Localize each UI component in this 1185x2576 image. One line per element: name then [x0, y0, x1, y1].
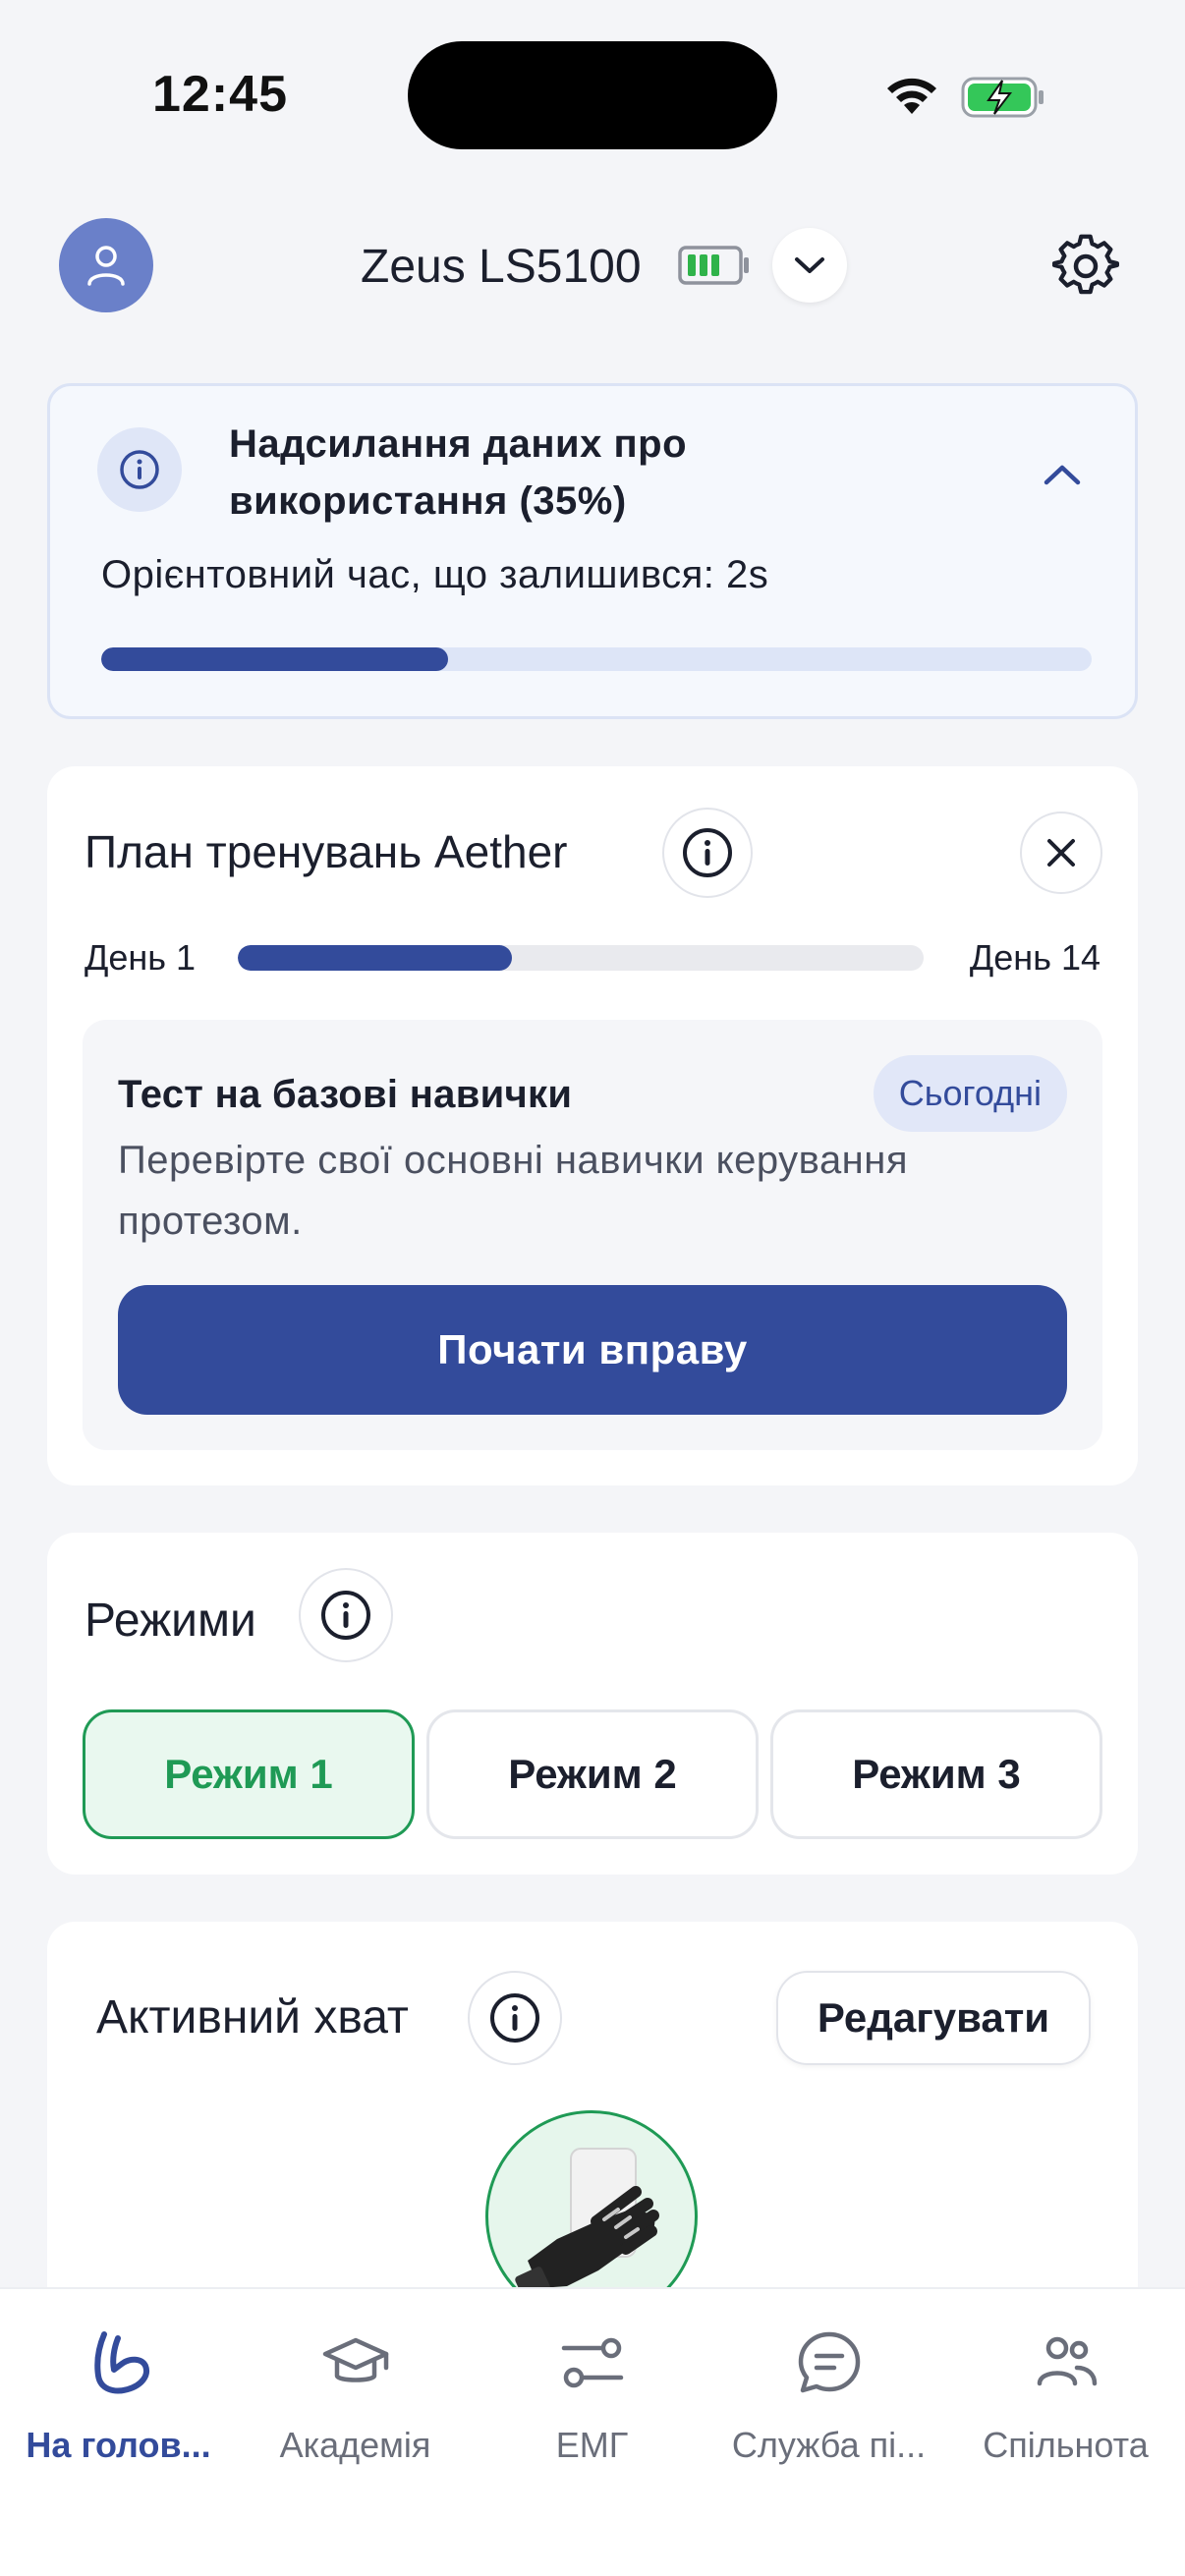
nav-emg-label: ЕМГ	[555, 2425, 629, 2465]
upload-progress-fill	[101, 647, 448, 671]
upload-title: Надсилання даних про використання (35%)	[229, 422, 688, 523]
chat-icon	[798, 2331, 860, 2393]
info-icon	[97, 427, 182, 512]
upload-eta: Орієнтовний час, що залишився: 2s	[101, 553, 769, 596]
gear-icon	[1052, 234, 1119, 295]
modes-info-button[interactable]	[299, 1568, 393, 1662]
grip-title: Активний хват	[96, 1991, 409, 2044]
profile-avatar-button[interactable]	[59, 218, 153, 312]
device-name[interactable]: Zeus LS5100	[361, 240, 642, 294]
battery-charging-icon	[961, 77, 1044, 118]
plan-day-end: День 14	[969, 937, 1100, 978]
device-battery-icon	[678, 246, 749, 285]
modes-card: Режими Режим 1 Режим 2 Режим 3	[47, 1533, 1138, 1875]
grip-info-button[interactable]	[468, 1971, 562, 2065]
plan-progress-bar	[238, 945, 924, 971]
nav-academy-label: Академія	[279, 2425, 431, 2465]
nav-community[interactable]: Спільнота	[947, 2319, 1184, 2466]
nav-home[interactable]: На голов...	[0, 2319, 237, 2466]
plan-title: План тренувань Aether	[85, 826, 568, 877]
info-icon	[490, 1993, 539, 2043]
plan-progress-fill	[238, 945, 513, 971]
training-plan-card: План тренувань Aether День 1 День 14 Тес…	[47, 766, 1138, 1485]
today-badge: Сьогодні	[873, 1055, 1067, 1132]
dynamic-island	[408, 41, 777, 149]
exercise-title: Тест на базові навички	[118, 1073, 573, 1116]
plan-info-button[interactable]	[662, 808, 753, 898]
collapse-button[interactable]	[1033, 445, 1092, 504]
bottom-nav: На голов... Академія ЕМГ Служба пі... Сп…	[0, 2287, 1185, 2576]
mode-1-button[interactable]: Режим 1	[83, 1709, 415, 1839]
arm-icon	[93, 2331, 149, 2394]
start-exercise-button[interactable]: Почати вправу	[118, 1285, 1067, 1415]
nav-support-label: Служба пі...	[731, 2425, 927, 2465]
nav-community-label: Спільнота	[983, 2425, 1149, 2465]
info-icon	[683, 828, 732, 877]
status-bar: 12:45	[0, 0, 1185, 196]
nav-emg[interactable]: ЕМГ	[474, 2319, 710, 2466]
nav-academy[interactable]: Академія	[237, 2319, 474, 2466]
mode-2-button[interactable]: Режим 2	[426, 1709, 759, 1839]
chevron-up-icon	[1044, 465, 1081, 485]
close-icon	[1047, 839, 1075, 867]
status-time: 12:45	[152, 66, 288, 123]
chevron-down-icon	[795, 257, 824, 273]
wifi-icon	[887, 78, 936, 114]
user-icon	[87, 246, 125, 286]
graduation-cap-icon	[322, 2337, 388, 2382]
nav-support[interactable]: Служба пі...	[710, 2319, 947, 2466]
plan-close-button[interactable]	[1020, 812, 1102, 894]
app-header: Zeus LS5100	[0, 216, 1185, 314]
nav-home-label: На голов...	[26, 2425, 211, 2465]
device-dropdown-button[interactable]	[772, 228, 847, 303]
info-icon	[321, 1591, 370, 1640]
plan-day-start: День 1	[85, 937, 197, 978]
modes-title: Режими	[85, 1595, 256, 1647]
settings-button[interactable]	[1051, 232, 1120, 301]
usage-upload-banner: Надсилання даних про використання (35%) …	[47, 383, 1138, 719]
people-icon	[1037, 2336, 1097, 2386]
upload-progress-bar	[101, 647, 1092, 671]
sliders-icon	[561, 2337, 623, 2388]
mode-3-button[interactable]: Режим 3	[770, 1709, 1102, 1839]
exercise-card: Тест на базові навички Сьогодні Перевірт…	[83, 1020, 1102, 1450]
exercise-description: Перевірте свої основні навички керування…	[118, 1139, 909, 1243]
edit-grip-button[interactable]: Редагувати	[776, 1971, 1091, 2065]
